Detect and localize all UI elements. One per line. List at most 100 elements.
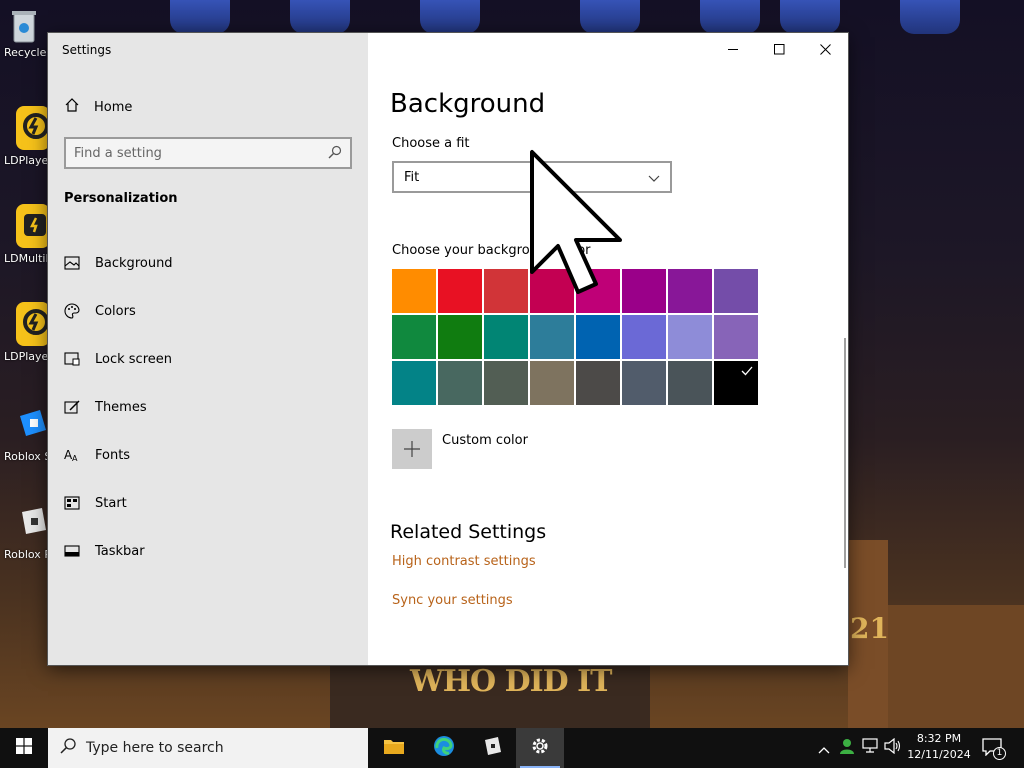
- find-setting-input[interactable]: [74, 145, 328, 161]
- color-swatch[interactable]: [622, 315, 666, 359]
- color-swatch-grid: [392, 269, 760, 405]
- sidebar-item-background[interactable]: Background: [48, 239, 368, 287]
- clock-time: 8:32 PM: [916, 732, 962, 745]
- sidebar-item-start[interactable]: Start: [48, 479, 368, 527]
- search-icon: [60, 738, 76, 758]
- sidebar-item-label: Colors: [95, 303, 136, 319]
- settings-sidebar: Settings Home Personalization Background…: [48, 33, 368, 665]
- clock-date: 12/11/2024: [907, 748, 971, 761]
- desktop-icon-label: LDMultiPlayer: [4, 252, 48, 265]
- color-swatch[interactable]: [438, 269, 482, 313]
- color-swatch[interactable]: [438, 361, 482, 405]
- color-swatch[interactable]: [392, 361, 436, 405]
- notification-icon: 1: [982, 738, 1006, 760]
- high-contrast-link[interactable]: High contrast settings: [392, 554, 536, 569]
- color-swatch[interactable]: [668, 315, 712, 359]
- taskbar-edge[interactable]: [420, 728, 468, 768]
- sidebar-item-themes[interactable]: Themes: [48, 383, 368, 431]
- desktop-icon-roblox-studio[interactable]: Roblox Studio: [0, 402, 48, 482]
- scrollbar[interactable]: [844, 338, 846, 568]
- desktop-icon-roblox-player[interactable]: Roblox Player: [0, 500, 48, 580]
- color-swatch[interactable]: [668, 269, 712, 313]
- color-swatch[interactable]: [714, 269, 758, 313]
- tray-network[interactable]: [860, 728, 882, 768]
- fit-dropdown[interactable]: Fit: [392, 161, 672, 193]
- wallpaper-spotlight: [780, 0, 840, 34]
- color-swatch[interactable]: [484, 315, 528, 359]
- roblox-studio-icon: [14, 402, 48, 446]
- start-button[interactable]: [0, 728, 48, 768]
- color-swatch[interactable]: [622, 361, 666, 405]
- color-swatch[interactable]: [714, 361, 758, 405]
- color-swatch[interactable]: [530, 315, 574, 359]
- themes-icon: [64, 399, 80, 415]
- color-swatch[interactable]: [668, 361, 712, 405]
- edge-icon: [432, 734, 456, 762]
- sidebar-item-fonts[interactable]: AA Fonts: [48, 431, 368, 479]
- settings-content: Background Choose a fit Fit Choose your …: [368, 33, 848, 665]
- desktop-icon-ldmultiplayer[interactable]: LDMultiPlayer: [0, 204, 50, 284]
- desktop-icon-recycle-bin[interactable]: Recycle Bin: [0, 8, 48, 88]
- wallpaper-spotlight: [420, 0, 480, 34]
- people-icon: [838, 737, 856, 759]
- recycle-bin-icon: [8, 8, 40, 43]
- network-icon: [862, 738, 880, 758]
- wallpaper-spotlight: [170, 0, 230, 34]
- tray-volume[interactable]: [882, 728, 904, 768]
- taskbar-search-box[interactable]: Type here to search: [48, 728, 368, 768]
- sidebar-item-label: Taskbar: [95, 543, 145, 559]
- color-swatch[interactable]: [576, 361, 620, 405]
- find-setting-box[interactable]: [64, 137, 352, 169]
- fit-dropdown-value: Fit: [404, 169, 420, 185]
- sidebar-item-label: Fonts: [95, 447, 131, 463]
- sync-settings-link[interactable]: Sync your settings: [392, 593, 513, 608]
- taskbar-roblox[interactable]: [468, 728, 516, 768]
- sidebar-item-taskbar[interactable]: Taskbar: [48, 527, 368, 575]
- fonts-icon: AA: [64, 447, 80, 463]
- color-swatch[interactable]: [484, 361, 528, 405]
- home-nav[interactable]: Home: [64, 95, 132, 119]
- custom-color-button[interactable]: Custom color: [392, 429, 528, 469]
- color-swatch[interactable]: [576, 269, 620, 313]
- color-swatch[interactable]: [392, 269, 436, 313]
- color-swatch[interactable]: [530, 269, 574, 313]
- image-icon: [64, 255, 80, 271]
- close-button[interactable]: [802, 33, 848, 65]
- settings-icon: [530, 736, 550, 760]
- maximize-button[interactable]: [756, 33, 802, 65]
- section-title: Personalization: [64, 191, 178, 206]
- sidebar-item-label: Lock screen: [95, 351, 172, 367]
- desktop-icon-ldplayer[interactable]: LDPlayer: [0, 106, 50, 186]
- home-label: Home: [94, 99, 133, 115]
- chevron-up-icon: [818, 739, 830, 758]
- color-swatch[interactable]: [484, 269, 528, 313]
- notification-center-button[interactable]: 1: [978, 728, 1008, 768]
- desktop-icon-label: Roblox Player: [4, 548, 48, 561]
- wallpaper-building: [888, 605, 1024, 728]
- checkmark-icon: [740, 363, 754, 382]
- sidebar-item-lock-screen[interactable]: Lock screen: [48, 335, 368, 383]
- color-swatch[interactable]: [576, 315, 620, 359]
- desktop-icon-ldplayer-2[interactable]: LDPlayer: [0, 302, 50, 382]
- minimize-button[interactable]: [710, 33, 756, 65]
- desktop-icon-label: LDPlayer: [4, 154, 48, 167]
- color-swatch[interactable]: [530, 361, 574, 405]
- wallpaper-spotlight: [900, 0, 960, 34]
- custom-color-label: Custom color: [442, 433, 528, 448]
- taskbar-clock[interactable]: 8:32 PM 12/11/2024: [902, 731, 976, 763]
- roblox-player-icon: [14, 500, 48, 544]
- ldplayer-icon: [16, 302, 50, 346]
- volume-icon: [884, 737, 902, 758]
- color-swatch[interactable]: [714, 315, 758, 359]
- color-swatch[interactable]: [622, 269, 666, 313]
- color-swatch[interactable]: [438, 315, 482, 359]
- taskbar-file-explorer[interactable]: [370, 728, 418, 768]
- tray-user-app[interactable]: [836, 728, 858, 768]
- taskbar-settings[interactable]: [516, 728, 564, 768]
- show-hidden-icons-button[interactable]: [814, 728, 834, 768]
- search-icon: [328, 144, 342, 163]
- plus-icon: [392, 429, 432, 469]
- sidebar-item-colors[interactable]: Colors: [48, 287, 368, 335]
- color-swatch[interactable]: [392, 315, 436, 359]
- desktop-icon-label: Roblox Studio: [4, 450, 48, 463]
